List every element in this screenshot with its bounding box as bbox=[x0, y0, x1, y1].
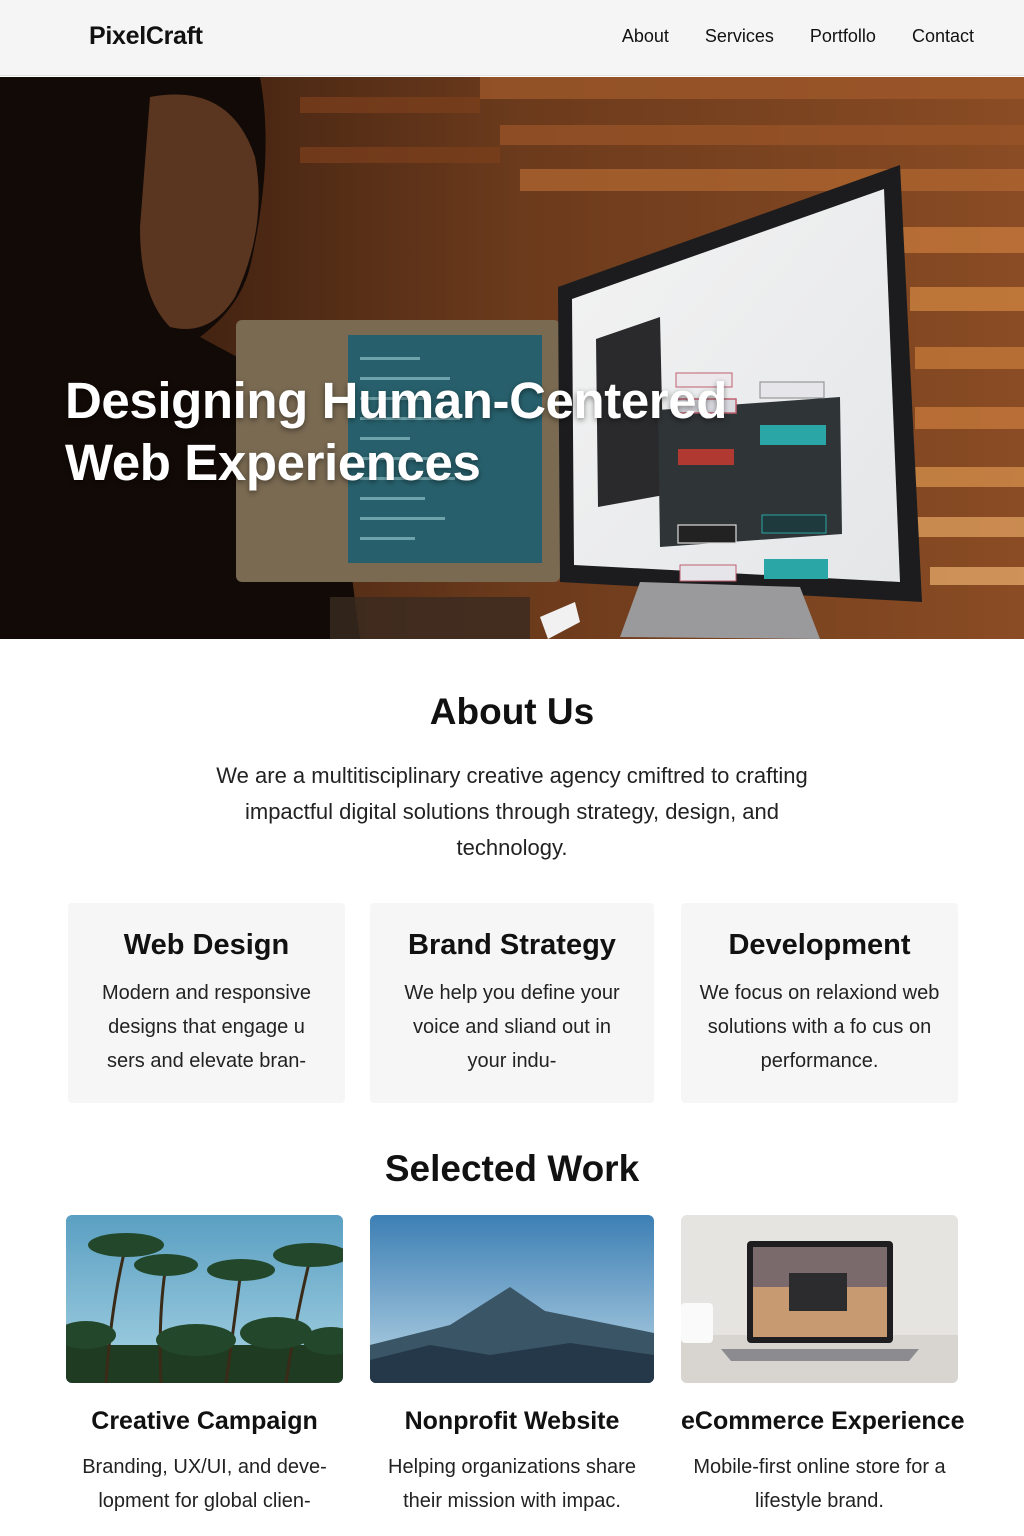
hero-title: Designing Human-Centered Web Experiences bbox=[65, 370, 785, 494]
service-text: Modern and responsive designs that engag… bbox=[101, 982, 311, 1072]
hero-title-line1: Designing Human-Centered bbox=[65, 372, 727, 429]
nav-link-about[interactable]: About bbox=[622, 26, 669, 47]
work-item-ecommerce-experience[interactable]: eCommerce Experience Mobile-first online… bbox=[681, 1215, 964, 1518]
work-title-item[interactable]: eCommerce Experience bbox=[681, 1407, 964, 1436]
work-item-nonprofit-website[interactable]: Nonprofit Website Helping organizations … bbox=[370, 1215, 654, 1518]
nav-link-contact[interactable]: Contact bbox=[912, 26, 974, 47]
hero-title-line2: Web Experiences bbox=[65, 434, 481, 491]
service-text: We help you define your voice and sliand… bbox=[404, 982, 620, 1072]
about-title: About Us bbox=[429, 691, 595, 732]
main-nav: About Services Portfollo Contact bbox=[622, 26, 974, 47]
brand-logo[interactable]: PixelCraft bbox=[89, 22, 203, 51]
service-title: Brand Strategy bbox=[408, 929, 616, 961]
work-thumbnail-mountain[interactable] bbox=[370, 1215, 654, 1383]
work-description: Branding, UX/UI, and deve- lopment for g… bbox=[82, 1456, 327, 1512]
service-card-brand-strategy: Brand Strategy We help you define your v… bbox=[370, 903, 654, 1103]
site-header: PixelCraft About Services Portfollo Cont… bbox=[0, 0, 1024, 76]
work-thumbnail-laptop[interactable] bbox=[681, 1215, 958, 1383]
work-description: Helping organizations share their missio… bbox=[388, 1456, 636, 1512]
work-title-item[interactable]: Nonprofit Website bbox=[370, 1407, 654, 1436]
service-card-development: Development We focus on relaxiond web so… bbox=[681, 903, 958, 1103]
service-card-web-design: Web Design Modern and responsive designs… bbox=[68, 903, 345, 1103]
hero-image bbox=[0, 77, 1024, 639]
service-text: We focus on relaxiond web solutions with… bbox=[699, 982, 940, 1072]
work-description: Mobile-first online store for a lifestyl… bbox=[693, 1456, 946, 1512]
work-title: Selected Work bbox=[384, 1148, 640, 1189]
nav-link-portfolio[interactable]: Portfollo bbox=[810, 26, 876, 47]
nav-link-services[interactable]: Services bbox=[705, 26, 774, 47]
service-title: Development bbox=[728, 929, 911, 961]
service-title: Web Design bbox=[123, 929, 290, 961]
hero-section: Designing Human-Centered Web Experiences bbox=[0, 77, 1024, 639]
work-title-item[interactable]: Creative Campaign bbox=[66, 1407, 343, 1436]
work-thumbnail-palms[interactable] bbox=[66, 1215, 343, 1383]
about-text: We are a multitisciplinary creative agen… bbox=[216, 763, 808, 860]
work-item-creative-campaign[interactable]: Creative Campaign Branding, UX/UI, and d… bbox=[66, 1215, 343, 1518]
